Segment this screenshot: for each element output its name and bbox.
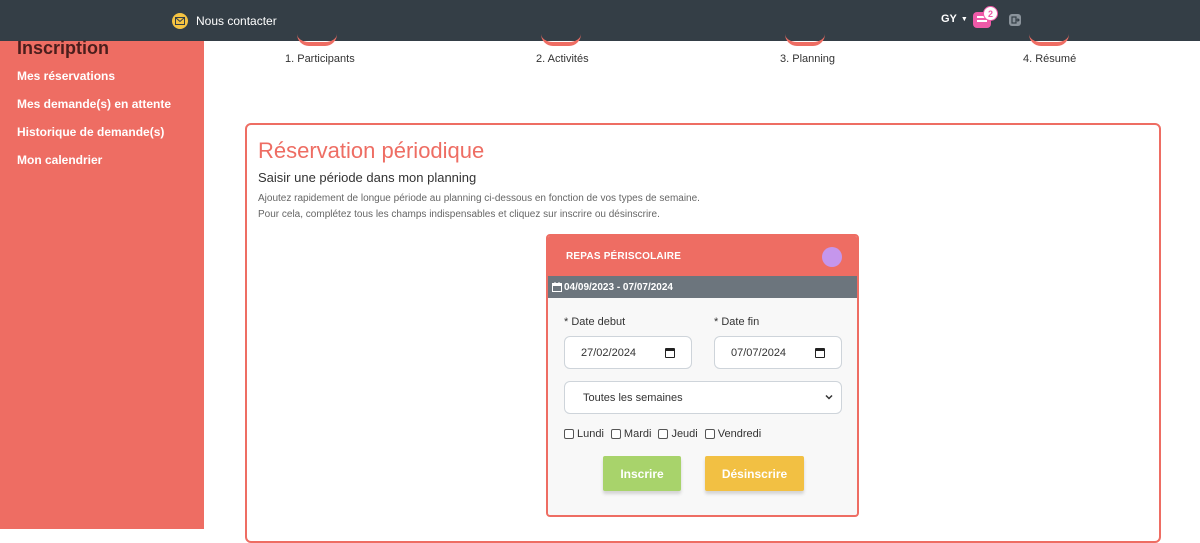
activity-header: REPAS PÉRISCOLAIRE [548, 236, 857, 276]
date-fin-label: * Date fin [714, 316, 760, 328]
step-3-marker [785, 34, 825, 46]
day-label: Mardi [623, 428, 652, 440]
step-4-marker [1029, 34, 1069, 46]
chevron-down-icon [825, 394, 833, 400]
checkbox[interactable] [658, 429, 669, 439]
sidebar-item-history[interactable]: Historique de demande(s) [17, 125, 164, 139]
week-type-value: Toutes les semaines [583, 391, 683, 404]
activity-period-text: 04/09/2023 - 07/07/2024 [564, 281, 673, 293]
date-debut-input[interactable]: 27/02/2024 [564, 336, 692, 369]
date-debut-value: 27/02/2024 [581, 346, 637, 359]
step-participants[interactable]: 1. Participants [285, 53, 355, 65]
calendar-icon [552, 282, 562, 292]
desinscrire-button[interactable]: Désinscrire [705, 456, 804, 491]
day-vendredi[interactable]: Vendredi [704, 428, 762, 440]
day-mardi[interactable]: Mardi [610, 428, 652, 440]
activity-color-dot [822, 247, 842, 267]
activity-name: REPAS PÉRISCOLAIRE [566, 251, 682, 262]
contact-link[interactable]: Nous contacter [172, 13, 277, 29]
day-jeudi[interactable]: Jeudi [658, 428, 698, 440]
sidebar: Inscription Mes réservations Mes demande… [0, 38, 204, 529]
instructions-line-2: Pour cela, complétez tous les champs ind… [258, 209, 660, 220]
calendar-picker-icon[interactable] [665, 348, 675, 358]
user-initials: GY [941, 13, 957, 25]
step-2-marker [541, 34, 581, 46]
weekday-checkboxes: Lundi Mardi Jeudi Vendredi [564, 428, 761, 440]
date-debut-label: * Date debut [564, 316, 626, 328]
checkbox[interactable] [704, 429, 715, 439]
day-label: Lundi [577, 428, 604, 440]
sidebar-title: Inscription [17, 38, 110, 58]
sidebar-item-reservations[interactable]: Mes réservations [17, 69, 115, 83]
day-lundi[interactable]: Lundi [564, 428, 604, 440]
instructions-line-1: Ajoutez rapidement de longue période au … [258, 193, 700, 204]
step-summary[interactable]: 4. Résumé [1023, 53, 1076, 65]
envelope-icon [172, 13, 188, 29]
day-label: Vendredi [717, 428, 762, 440]
calendar-picker-icon[interactable] [815, 348, 825, 358]
date-fin-value: 07/07/2024 [731, 346, 787, 359]
week-type-select[interactable]: Toutes les semaines [564, 381, 842, 414]
inscrire-button[interactable]: Inscrire [603, 456, 681, 491]
contact-label: Nous contacter [196, 14, 277, 28]
activity-card: REPAS PÉRISCOLAIRE 04/09/2023 - 07/07/20… [546, 234, 859, 517]
step-planning[interactable]: 3. Planning [780, 53, 835, 65]
top-bar: Nous contacter GY ▼ 2 [0, 0, 1200, 41]
checkbox[interactable] [610, 429, 621, 439]
activity-period: 04/09/2023 - 07/07/2024 [548, 276, 857, 298]
cart-count-badge: 2 [983, 6, 998, 21]
page-title: Réservation périodique [258, 138, 485, 163]
user-menu[interactable]: GY ▼ [941, 13, 968, 25]
date-fin-input[interactable]: 07/07/2024 [714, 336, 842, 369]
logout-icon[interactable] [1009, 14, 1021, 26]
day-label: Jeudi [671, 428, 698, 440]
step-1-marker [297, 34, 337, 46]
sidebar-item-pending[interactable]: Mes demande(s) en attente [17, 97, 171, 111]
checkbox[interactable] [564, 429, 574, 439]
step-activities[interactable]: 2. Activités [536, 53, 589, 65]
caret-down-icon: ▼ [960, 15, 968, 23]
sidebar-item-calendar[interactable]: Mon calendrier [17, 153, 102, 167]
page-subtitle: Saisir une période dans mon planning [258, 170, 477, 185]
